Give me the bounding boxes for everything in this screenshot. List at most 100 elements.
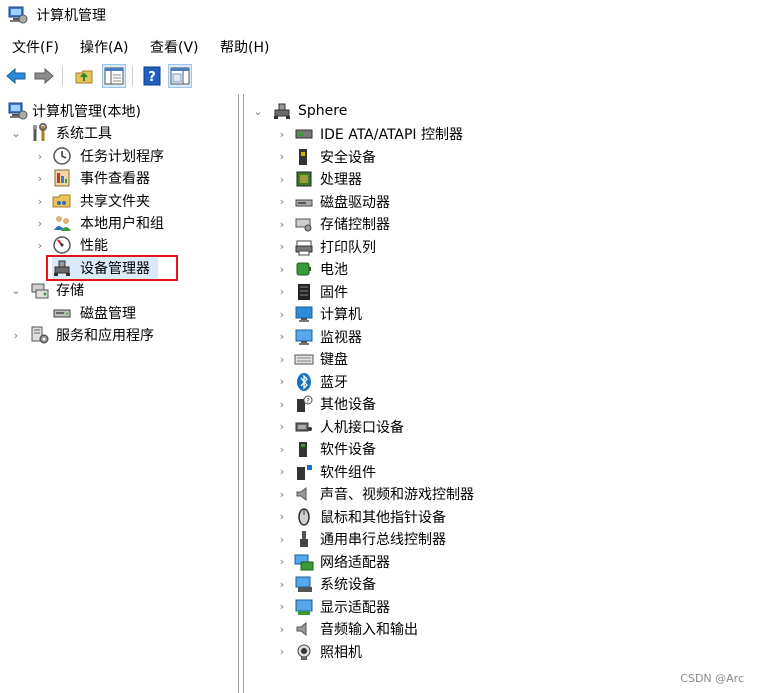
chevron-right-icon[interactable]: › [276, 218, 288, 231]
tree-item-performance[interactable]: › 性能 [32, 234, 228, 256]
users-icon [54, 216, 71, 231]
tree-item-label: 服务和应用程序 [56, 328, 154, 344]
chevron-right-icon[interactable]: › [276, 330, 288, 343]
device-category-row[interactable]: › 通用串行总线控制器 [274, 528, 734, 550]
help-button[interactable]: ? [140, 64, 164, 88]
show-hide-action-pane-button[interactable] [168, 64, 192, 88]
chevron-right-icon[interactable]: › [276, 420, 288, 433]
device-category-label: 电池 [320, 262, 348, 278]
menu-help[interactable]: 帮助(H) [220, 37, 269, 57]
device-category-row[interactable]: › 监视器 [274, 326, 734, 348]
device-category-row[interactable]: › 软件组件 [274, 461, 734, 483]
device-category-label: 处理器 [320, 172, 362, 188]
toolbar: ? [0, 60, 758, 92]
device-category-row[interactable]: › 计算机 [274, 303, 734, 325]
chevron-right-icon[interactable]: › [276, 308, 288, 321]
chevron-right-icon[interactable]: › [276, 353, 288, 366]
chevron-right-icon[interactable]: › [276, 150, 288, 163]
firmware-icon [298, 283, 310, 300]
device-category-row[interactable]: › 网络适配器 [274, 551, 734, 573]
chevron-right-icon[interactable]: › [276, 488, 288, 501]
chevron-right-icon[interactable]: › [276, 240, 288, 253]
tree-item-event-viewer[interactable]: › 事件查看器 [32, 167, 228, 189]
device-category-row[interactable]: › 磁盘驱动器 [274, 191, 734, 213]
chevron-right-icon[interactable]: › [34, 150, 46, 163]
device-category-label: 软件组件 [320, 464, 376, 481]
tree-item-shared-folders[interactable]: › 共享文件夹 [32, 190, 228, 212]
chevron-right-icon[interactable]: › [276, 510, 288, 523]
chevron-right-icon[interactable]: › [34, 217, 46, 230]
device-category-row[interactable]: › 电池 [274, 258, 734, 280]
device-category-row[interactable]: › 存储控制器 [274, 213, 734, 235]
back-button[interactable] [4, 64, 28, 88]
show-hide-console-tree-button[interactable] [102, 64, 126, 88]
chevron-right-icon[interactable]: › [276, 555, 288, 568]
device-category-row[interactable]: › 安全设备 [274, 146, 734, 168]
device-category-row[interactable]: › 处理器 [274, 168, 734, 190]
device-category-row[interactable]: › 键盘 [274, 348, 734, 370]
monitor-icon [295, 329, 313, 345]
device-category-label: 鼠标和其他指针设备 [320, 509, 446, 526]
device-category-row[interactable]: › 显示适配器 [274, 596, 734, 618]
device-tree-root[interactable]: ⌄ Sphere [250, 100, 730, 122]
chevron-down-icon[interactable]: ⌄ [252, 105, 264, 118]
device-category-row[interactable]: › IDE ATA/ATAPI 控制器 [274, 123, 734, 145]
chevron-right-icon[interactable]: › [276, 578, 288, 591]
chevron-right-icon[interactable]: › [276, 263, 288, 276]
camera-icon [297, 644, 311, 660]
device-category-row[interactable]: › 固件 [274, 281, 734, 303]
device-category-row[interactable]: › 软件设备 [274, 438, 734, 460]
device-category-label: 存储控制器 [320, 217, 390, 233]
tree-item-disk-management[interactable]: 磁盘管理 [52, 302, 228, 324]
device-category-label: 照相机 [320, 644, 362, 661]
chevron-right-icon[interactable]: › [276, 645, 288, 658]
device-category-row[interactable]: ›? 其他设备 [274, 393, 734, 415]
device-category-label: IDE ATA/ATAPI 控制器 [320, 127, 464, 143]
device-category-row[interactable]: › 系统设备 [274, 573, 734, 595]
chevron-right-icon[interactable]: › [276, 465, 288, 478]
tree-item-root[interactable]: 计算机管理(本地) [8, 100, 228, 122]
chevron-right-icon[interactable]: › [276, 398, 288, 411]
chevron-down-icon[interactable]: ⌄ [10, 127, 22, 140]
chevron-right-icon[interactable]: › [34, 195, 46, 208]
storage-controller-icon [295, 218, 312, 232]
device-category-label: 安全设备 [320, 149, 376, 166]
device-category-row[interactable]: › 鼠标和其他指针设备 [274, 506, 734, 528]
chevron-right-icon[interactable]: › [276, 443, 288, 456]
display-adapter-icon [295, 599, 313, 615]
chevron-down-icon[interactable]: ⌄ [10, 284, 22, 297]
forward-button[interactable] [32, 64, 56, 88]
chevron-right-icon[interactable]: › [276, 533, 288, 546]
tree-item-system-tools[interactable]: ⌄ 系统工具 [8, 122, 228, 144]
tree-item-services-applications[interactable]: › 服务和应用程序 [8, 324, 228, 346]
device-category-label: 网络适配器 [320, 554, 390, 571]
chevron-right-icon[interactable]: › [276, 285, 288, 298]
help-icon: ? [143, 66, 161, 86]
menu-action[interactable]: 操作(A) [80, 37, 129, 57]
tree-item-task-scheduler[interactable]: › 任务计划程序 [32, 145, 228, 167]
tree-item-local-users-groups[interactable]: › 本地用户和组 [32, 212, 228, 234]
chevron-right-icon[interactable]: › [276, 195, 288, 208]
chevron-right-icon[interactable]: › [276, 128, 288, 141]
unknown-device-icon: ? [297, 395, 313, 412]
chevron-right-icon[interactable]: › [34, 239, 46, 252]
menu-file[interactable]: 文件(F) [12, 37, 59, 57]
chevron-right-icon[interactable]: › [276, 375, 288, 388]
device-category-row[interactable]: › 蓝牙 [274, 371, 734, 393]
device-category-row[interactable]: › 照相机 [274, 641, 734, 663]
chevron-right-icon[interactable]: › [276, 600, 288, 613]
tree-item-storage[interactable]: ⌄ 存储 [8, 279, 228, 301]
chevron-right-icon[interactable]: › [10, 329, 22, 342]
chevron-right-icon[interactable]: › [276, 623, 288, 636]
window-title: 计算机管理 [36, 8, 106, 24]
system-device-icon [295, 576, 312, 592]
device-category-row[interactable]: › 声音、视频和游戏控制器 [274, 483, 734, 505]
up-level-button[interactable] [72, 64, 96, 88]
chevron-right-icon[interactable]: › [34, 172, 46, 185]
menu-view[interactable]: 查看(V) [150, 37, 199, 57]
chevron-right-icon[interactable]: › [276, 173, 288, 186]
device-category-row[interactable]: › 音频输入和输出 [274, 618, 734, 640]
performance-gauge-icon [53, 236, 71, 254]
device-category-row[interactable]: › 打印队列 [274, 236, 734, 258]
device-category-row[interactable]: › 人机接口设备 [274, 416, 734, 438]
